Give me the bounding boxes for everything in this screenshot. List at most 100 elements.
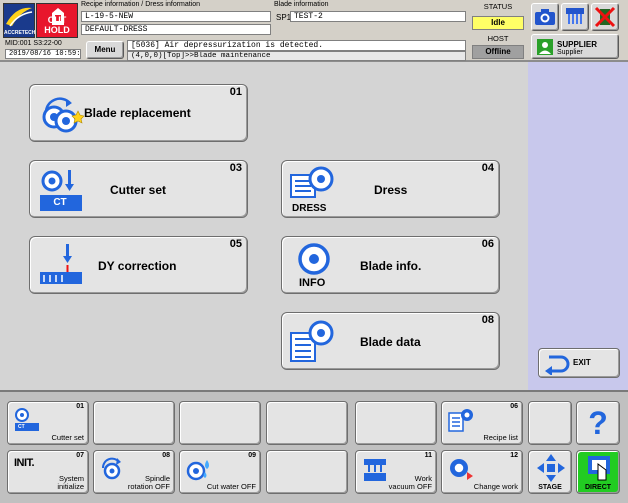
fkey-number: 11 [424,452,432,459]
dress-icon [290,166,334,198]
recipe-name-field: L-19-5-NEW [81,11,271,22]
fkey-change-work[interactable]: 12 Change work [441,450,523,494]
work-vacuum-icon [364,459,386,481]
host-badge: Offline [472,45,524,59]
machine-id: MID:001 S3:22-00 [5,40,62,47]
cut-hold-label: CUT HOLD [44,15,70,35]
fkey-cutter-set[interactable]: 01 CT Cutter set [7,401,89,445]
change-work-icon [450,459,473,480]
button-label: Blade info. [360,259,422,273]
logo-swoosh-icon [6,7,33,27]
direct-hand-icon [588,456,610,481]
cutter-set-button[interactable]: 03 CT Cutter set [29,160,248,218]
fkey-spindle-rotation-off[interactable]: 08 Spindle rotation OFF [93,450,175,494]
blade-name-field: TEST-2 [290,11,466,22]
blade-caption: Blade information [274,1,329,8]
cleaner-icon [566,8,584,24]
fkey-label: Change work [474,475,518,491]
fkey-blank-05[interactable] [355,401,437,445]
button-label: Blade data [360,335,421,349]
fkey-system-initialize[interactable]: 07 INIT. System initialize [7,450,89,494]
blade-info-icon [298,243,330,275]
fkey-number: 07 [76,452,84,459]
fkey-label-line2: initialize [57,482,84,491]
blade-info-button[interactable]: 06 INFO Blade info. [281,236,500,294]
buzzer-stop-button[interactable] [591,3,619,31]
status-panel: STATUS Idle [470,2,526,34]
fkey-label-line2: Change work [473,482,518,491]
fkey-blank-10[interactable] [266,450,348,494]
dress-button[interactable]: 04 DRESS Dress [281,160,500,218]
blade-replacement-icon [42,97,84,133]
stage-button[interactable]: STAGE [528,450,572,494]
fkey-blank-right[interactable] [528,401,572,445]
fkey-recipe-list[interactable]: 06 Recipe list [441,401,523,445]
button-label: Dress [374,183,408,197]
recipe-caption: Recipe information / Dress information [81,1,201,8]
supplier-button[interactable]: SUPPLIER Supplier [531,34,619,59]
dy-correction-button[interactable]: 05 DY correction [29,236,248,294]
help-icon: ? [588,405,608,441]
fkey-label: Cutter set [51,433,84,442]
supplier-sub-label: Supplier [557,49,583,56]
recipe-list-icon [448,409,473,432]
button-number: 03 [229,162,242,174]
brand-text: ACCRETECH [4,30,36,36]
direct-label: DIRECT [584,484,612,491]
button-number: 08 [481,314,494,326]
buzzer-off-icon [594,6,616,28]
info-badge: INFO [299,277,326,289]
supplier-label: SUPPLIER [557,40,598,49]
datetime: 2019/08/16 10:59:51 [5,49,81,59]
header-bar: ACCRETECH CUT HOLD MID:001 S3:22-00 2019… [0,0,628,62]
fkey-number: 08 [162,452,170,459]
direct-button[interactable]: DIRECT [576,450,620,494]
supplier-icon [537,39,553,55]
side-panel [528,62,628,390]
button-label: DY correction [98,259,177,273]
button-number: 04 [481,162,494,174]
fkey-label: Spindle rotation OFF [128,475,170,491]
exit-button[interactable]: EXIT [538,348,620,378]
cleaner-button[interactable] [561,3,589,31]
fkey-number: 01 [76,403,84,410]
button-number: 06 [481,238,494,250]
dy-correction-icon [40,244,82,284]
fkey-number: 06 [510,403,518,410]
menu-button[interactable]: Menu [86,41,124,59]
spindle-rotation-icon [101,457,121,480]
fkey-label: Work vacuum OFF [389,475,432,491]
init-icon: INIT. [14,457,35,469]
dress-badge: DRESS [292,203,327,214]
button-number: 05 [229,238,242,250]
host-panel: HOST Offline [470,34,526,60]
blade-replacement-button[interactable]: 01 Blade replacement [29,84,248,142]
cut-hold-indicator: CUT HOLD [36,3,78,38]
exit-arrow-icon [545,355,570,375]
fkey-work-vacuum-off[interactable]: 11 Work vacuum OFF [355,450,437,494]
camera-icon [535,9,555,25]
blade-data-button[interactable]: 08 Blade data [281,312,500,370]
fkey-label: Recipe list [483,433,518,442]
button-label: Cutter set [110,183,167,197]
fkey-blank-02[interactable] [93,401,175,445]
help-button[interactable]: ? [576,401,620,445]
fkey-blank-04[interactable] [266,401,348,445]
accretech-logo: ACCRETECH [3,3,35,38]
fkey-number: 09 [248,452,256,459]
button-number: 01 [229,86,242,98]
fkey-label-line2: Cut water OFF [206,482,256,491]
fkey-blank-03[interactable] [179,401,261,445]
exit-label: EXIT [573,358,591,367]
status-caption: STATUS [483,2,513,11]
camera-button[interactable] [531,3,559,31]
host-caption: HOST [487,34,509,43]
stage-label: STAGE [538,484,562,491]
dress-name-field: DEFAULT-DRESS [81,24,271,35]
machine-info: MID:001 S3:22-00 2019/08/16 10:59:51 [3,39,81,60]
message-field: [5036] Air depressurization is detected. [127,40,466,51]
fkey-number: 12 [510,452,518,459]
fkey-label: System initialize [57,475,84,491]
fkey-cut-water-off[interactable]: 09 Cut water OFF [179,450,261,494]
blade-data-icon [290,320,334,362]
